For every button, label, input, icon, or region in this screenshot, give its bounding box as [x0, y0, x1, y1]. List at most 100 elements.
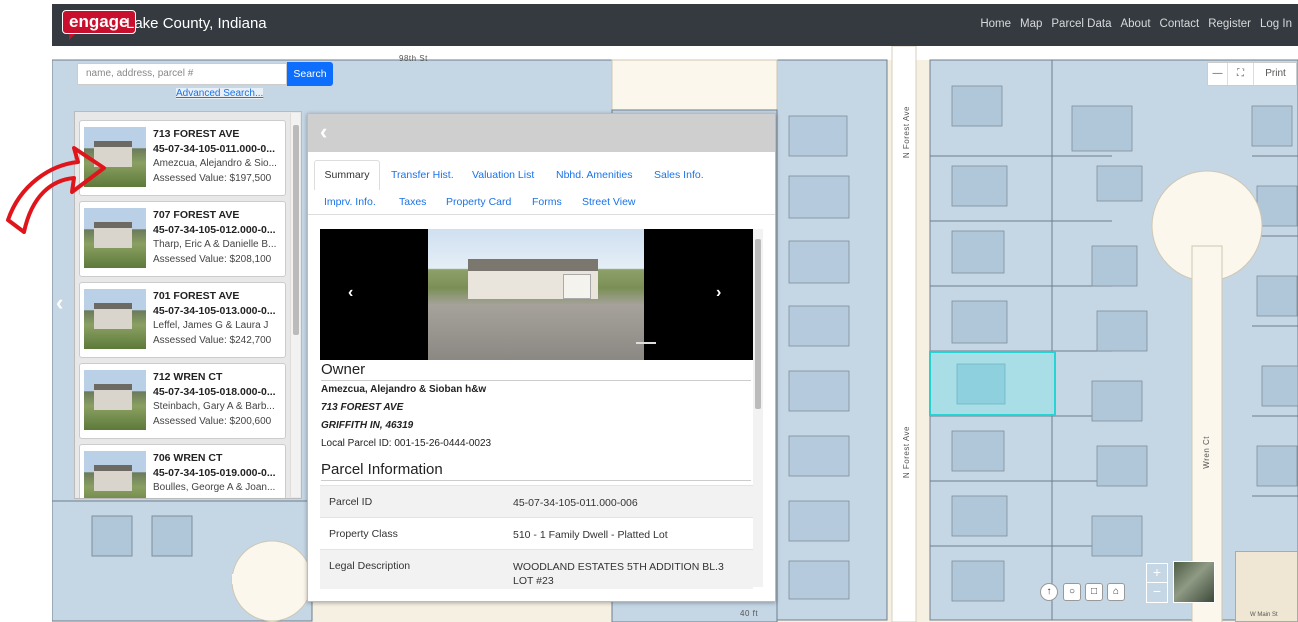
result-owner: Amezcua, Alejandro & Sio... [153, 158, 277, 169]
nav-parcel-data[interactable]: Parcel Data [1051, 18, 1111, 30]
owner-name: Amezcua, Alejandro & Sioban h&w [321, 384, 487, 395]
result-value: Assessed Value: $197,500 [153, 173, 272, 184]
tab-transfer-hist[interactable]: Transfer Hist. [391, 169, 454, 181]
street-label-98th: 98th St [399, 54, 428, 63]
zoom-control: + − [1146, 563, 1168, 603]
result-card[interactable]: 712 WREN CT 45-07-34-105-018.000-0... St… [79, 363, 286, 439]
row-key: Property Class [329, 528, 398, 540]
red-arrow-annotation [6, 146, 106, 234]
detail-scrollbar[interactable] [753, 229, 763, 587]
tab-divider [308, 214, 775, 215]
result-value: Assessed Value: $208,100 [153, 254, 272, 265]
parcel-detail-panel: ‹ Summary Transfer Hist. Valuation List … [307, 113, 776, 602]
circle-select-icon[interactable]: ○ [1063, 583, 1081, 601]
row-value: WOODLAND ESTATES 5TH ADDITION BL.3 LOT #… [513, 561, 724, 587]
tab-summary[interactable]: Summary [314, 160, 380, 190]
result-address: 701 FOREST AVE [153, 290, 240, 302]
photo-carousel[interactable]: ‹ › [320, 229, 753, 360]
search-button[interactable]: Search [287, 62, 333, 86]
parcel-row: Parcel ID 45-07-34-105-011.000-006 [320, 485, 753, 517]
street-label-forest-ave-2: N Forest Ave [902, 426, 911, 479]
parcel-info-heading: Parcel Information [321, 461, 751, 481]
tab-taxes[interactable]: Taxes [399, 196, 426, 208]
result-parcel: 45-07-34-105-011.000-0... [153, 143, 276, 155]
tab-valuation-list[interactable]: Valuation List [472, 169, 534, 181]
scrollbar-thumb[interactable] [293, 125, 299, 335]
carousel-indicator[interactable] [636, 342, 656, 344]
nav-register[interactable]: Register [1208, 18, 1251, 30]
tab-imprv-info[interactable]: Imprv. Info. [324, 196, 376, 208]
nav-home[interactable]: Home [980, 18, 1011, 30]
result-address: 706 WREN CT [153, 452, 223, 464]
tab-nbhd-amenities[interactable]: Nbhd. Amenities [556, 169, 632, 181]
rectangle-select-icon[interactable]: □ [1085, 583, 1103, 601]
owner-street: 713 FOREST AVE [321, 402, 404, 413]
tab-property-card[interactable]: Property Card [446, 196, 511, 208]
result-address: 713 FOREST AVE [153, 128, 240, 140]
owner-heading: Owner [321, 361, 751, 381]
result-card[interactable]: 713 FOREST AVE 45-07-34-105-011.000-0...… [79, 120, 286, 196]
top-navbar: engage Lake County, Indiana Home Map Par… [52, 4, 1298, 46]
parcel-row: Property Class 510 - 1 Family Dwell - Pl… [320, 517, 753, 549]
expand-icon[interactable]: ⛶ [1228, 63, 1254, 85]
site-title[interactable]: Lake County, Indiana [126, 15, 267, 32]
result-parcel: 45-07-34-105-013.000-0... [153, 305, 276, 317]
advanced-search-link[interactable]: Advanced Search... [176, 88, 264, 99]
street-label-forest-ave: N Forest Ave [902, 106, 911, 159]
map-toolbar: — ⛶ Print [1207, 62, 1297, 86]
nav-map[interactable]: Map [1020, 18, 1042, 30]
search-input[interactable]: name, address, parcel # [77, 63, 287, 85]
property-photo [84, 451, 146, 498]
result-owner: Steinbach, Gary A & Barb... [153, 401, 275, 412]
result-owner: Tharp, Eric A & Danielle B... [153, 239, 277, 250]
back-icon[interactable]: ‹ [320, 119, 327, 145]
property-photo [84, 370, 146, 430]
property-photo [428, 229, 656, 360]
result-card[interactable]: 701 FOREST AVE 45-07-34-105-013.000-0...… [79, 282, 286, 358]
detail-header: ‹ [308, 114, 775, 152]
row-key: Legal Description [329, 560, 411, 572]
main-nav: Home Map Parcel Data About Contact Regis… [980, 18, 1292, 30]
result-parcel: 45-07-34-105-019.000-0... [153, 467, 276, 479]
tab-forms[interactable]: Forms [532, 196, 562, 208]
result-parcel: 45-07-34-105-018.000-0... [153, 386, 276, 398]
row-value: 510 - 1 Family Dwell - Platted Lot [513, 529, 668, 541]
result-owner: Boulles, George A & Joan... [153, 482, 276, 493]
app-stage: 98th St N Forest Ave N Forest Ave Wren C… [0, 0, 1298, 622]
tab-sales-info[interactable]: Sales Info. [654, 169, 704, 181]
minimap-label: W Main St [1250, 612, 1278, 618]
nav-about[interactable]: About [1120, 18, 1150, 30]
result-value: Assessed Value: $242,700 [153, 335, 272, 346]
engage-logo[interactable]: engage [62, 10, 136, 40]
aerial-basemap-toggle[interactable] [1173, 561, 1215, 603]
result-card[interactable]: 707 FOREST AVE 45-07-34-105-012.000-0...… [79, 201, 286, 277]
result-parcel: 45-07-34-105-012.000-0... [153, 224, 276, 236]
tab-street-view[interactable]: Street View [582, 196, 636, 208]
local-parcel-id: Local Parcel ID: 001-15-26-0444-0023 [321, 438, 492, 449]
property-photo [84, 289, 146, 349]
nav-login[interactable]: Log In [1260, 18, 1292, 30]
row-value: 45-07-34-105-011.000-006 [513, 497, 638, 509]
row-key: Parcel ID [329, 496, 373, 508]
street-label-wren-ct: Wren Ct [1202, 436, 1211, 469]
zoom-out-icon[interactable]: − [1147, 583, 1167, 599]
results-scrollbar[interactable] [290, 113, 300, 497]
overview-minimap[interactable]: W Main St [1235, 551, 1298, 622]
owner-city: GRIFFITH IN, 46319 [321, 420, 414, 431]
scrollbar-thumb[interactable] [755, 239, 761, 409]
carousel-next-icon[interactable]: › [716, 284, 721, 302]
zoom-in-icon[interactable]: + [1147, 564, 1167, 583]
collapse-results-icon[interactable]: ‹ [56, 290, 63, 316]
result-card[interactable]: 706 WREN CT 45-07-34-105-019.000-0... Bo… [79, 444, 286, 498]
result-address: 712 WREN CT [153, 371, 223, 383]
print-button[interactable]: Print [1254, 63, 1297, 85]
result-value: Assessed Value: $200,600 [153, 416, 272, 427]
carousel-prev-icon[interactable]: ‹ [348, 284, 353, 302]
garage-graphic [563, 274, 591, 299]
compass-icon[interactable]: ↑ [1040, 583, 1058, 601]
scale-label: 40 ft [740, 609, 759, 618]
nav-contact[interactable]: Contact [1160, 18, 1200, 30]
result-address: 707 FOREST AVE [153, 209, 240, 221]
home-icon[interactable]: ⌂ [1107, 583, 1125, 601]
minimize-icon[interactable]: — [1208, 63, 1228, 85]
